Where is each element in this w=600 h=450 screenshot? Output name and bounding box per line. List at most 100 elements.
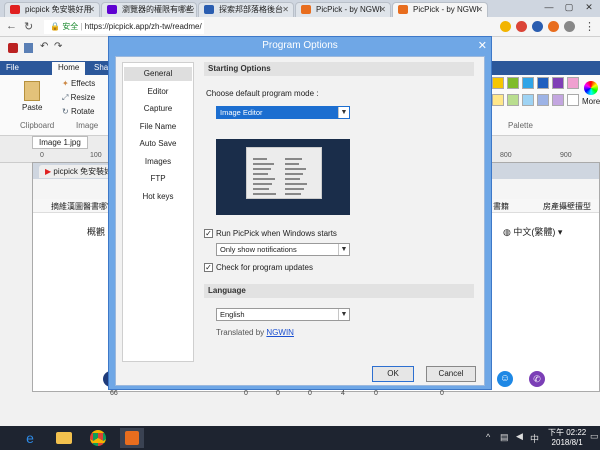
effects-label: Effects	[70, 79, 96, 88]
url-text: https://picpick.app/zh-tw/readme/	[84, 22, 202, 31]
palette-swatch[interactable]	[522, 77, 534, 89]
palette-swatch[interactable]	[492, 94, 504, 106]
url-input[interactable]: 🔒 安全 | https://picpick.app/zh-tw/readme/	[44, 20, 204, 34]
language-select[interactable]: English ▼	[216, 308, 350, 321]
file-explorer-icon[interactable]	[52, 428, 76, 448]
tray-chevron-icon[interactable]: ^	[486, 432, 490, 442]
cancel-button[interactable]: Cancel	[426, 366, 476, 382]
check-updates-checkbox[interactable]: ✓	[204, 263, 213, 272]
browser-tab[interactable]: PicPick - by NGWI ✕	[295, 2, 391, 17]
chrome-icon[interactable]	[86, 428, 110, 448]
preview-line	[253, 183, 272, 185]
menu-icon[interactable]: ⋮	[584, 20, 595, 33]
palette-swatch[interactable]	[522, 94, 534, 106]
close-window-button[interactable]: ✕	[580, 0, 598, 15]
redo-icon[interactable]: ↷	[54, 41, 62, 52]
extension-icon[interactable]	[500, 21, 511, 32]
palette-swatch[interactable]	[552, 77, 564, 89]
lock-icon: 🔒	[50, 22, 60, 31]
notifications-select[interactable]: Only show notifications ▼	[216, 243, 350, 256]
resize-button[interactable]: ⤢ Resize	[62, 93, 95, 103]
palette-swatch[interactable]	[567, 77, 579, 89]
dialog-title: Program Options	[262, 40, 338, 51]
extension-icon[interactable]	[532, 21, 543, 32]
sidebar-item-editor[interactable]: Editor	[124, 85, 192, 99]
preview-line	[285, 178, 300, 180]
ime-indicator[interactable]: 中	[530, 432, 539, 445]
clock-date: 2018/8/1	[551, 438, 583, 447]
save-icon[interactable]	[24, 43, 33, 53]
language-header: Language	[204, 284, 474, 298]
browser-tab[interactable]: picpick 免安裝好用 ✕	[4, 2, 100, 17]
effects-icon: ✦	[62, 79, 69, 88]
picpick-taskbar-icon[interactable]	[120, 428, 144, 448]
program-mode-value: Image Editor	[220, 108, 263, 117]
preview-line	[285, 193, 301, 195]
internet-explorer-icon[interactable]: e	[18, 428, 42, 448]
translator-link[interactable]: NGWIN	[266, 328, 294, 337]
minimize-button[interactable]: —	[540, 0, 558, 15]
sidebar-item-capture[interactable]: Capture	[124, 102, 192, 116]
palette-swatch[interactable]	[507, 77, 519, 89]
rotate-button[interactable]: ↻ Rotate	[62, 107, 95, 116]
palette-swatch[interactable]	[507, 94, 519, 106]
browser-tab[interactable]: 瀏覽器的權限有哪些 ✕	[101, 2, 197, 17]
account-avatar[interactable]	[564, 21, 575, 32]
close-tab-icon[interactable]: ✕	[379, 3, 386, 16]
youtube-icon: ▶	[45, 167, 52, 176]
back-arrow-icon[interactable]: ←	[6, 20, 17, 32]
paste-button[interactable]: Paste	[22, 81, 42, 112]
picpick-icon	[398, 5, 408, 14]
blogger-icon	[204, 5, 214, 14]
ok-button[interactable]: OK	[372, 366, 414, 382]
notifications-icon[interactable]: ▭	[590, 431, 599, 442]
tab-title: 瀏覽器的權限有哪些	[122, 5, 194, 14]
number-cell: 0	[374, 390, 378, 397]
tab-home[interactable]: Home	[52, 62, 86, 75]
program-mode-select[interactable]: Image Editor ▼	[216, 106, 350, 119]
browser-tab[interactable]: 探索邦部落格後台 ✕	[198, 2, 294, 17]
reload-icon[interactable]: ↻	[24, 20, 33, 33]
palette-swatch[interactable]	[492, 77, 504, 89]
check-updates-label: Check for program updates	[216, 263, 313, 272]
sidebar-item-general[interactable]: General	[124, 67, 192, 81]
extension-icon[interactable]	[548, 21, 559, 32]
close-tab-icon[interactable]: ✕	[185, 3, 192, 16]
sidebar-item-ftp[interactable]: FTP	[124, 172, 192, 186]
palette-swatch[interactable]	[537, 94, 549, 106]
undo-icon[interactable]: ↶	[40, 41, 48, 52]
rotate-label: Rotate	[70, 107, 95, 116]
network-icon[interactable]: ▤	[500, 432, 509, 443]
palette-swatch[interactable]	[537, 77, 549, 89]
effects-button[interactable]: ✦ Effects	[62, 79, 95, 88]
sidebar-item-images[interactable]: Images	[124, 155, 192, 169]
sidebar-item-file-name[interactable]: File Name	[124, 120, 192, 134]
close-tab-icon[interactable]: ✕	[88, 3, 95, 16]
sidebar-item-auto-save[interactable]: Auto Save	[124, 137, 192, 151]
close-tab-icon[interactable]: ✕	[476, 3, 483, 16]
preview-line	[253, 193, 276, 195]
sidebar-item-hot-keys[interactable]: Hot keys	[124, 190, 192, 204]
dialog-body: General Editor Capture File Name Auto Save Im…	[115, 56, 485, 386]
preview-line	[285, 183, 307, 185]
inner-nav-label: 概觀	[87, 227, 106, 237]
clock[interactable]: 下午 02:22 2018/8/1	[548, 428, 586, 448]
more-colors-button[interactable]: More	[582, 81, 600, 106]
tab-file[interactable]: File	[0, 62, 25, 75]
close-icon[interactable]: ✕	[478, 39, 487, 52]
chevron-down-icon: ▼	[338, 309, 349, 320]
document-tab[interactable]: Image 1.jpg	[32, 136, 88, 149]
palette-swatch[interactable]	[552, 94, 564, 106]
color-wheel-icon	[584, 81, 599, 95]
palette-swatch[interactable]	[567, 94, 579, 106]
extension-icon[interactable]	[516, 21, 527, 32]
run-windows-checkbox[interactable]: ✓	[204, 229, 213, 238]
preview-line	[253, 178, 275, 180]
close-tab-icon[interactable]: ✕	[282, 3, 289, 16]
clock-time: 下午 02:22	[548, 428, 587, 437]
volume-icon[interactable]: ◀	[516, 431, 523, 442]
language-value: English	[220, 310, 245, 319]
maximize-button[interactable]: ▢	[560, 0, 578, 15]
browser-tab[interactable]: PicPick - by NGWI ✕	[392, 2, 488, 17]
translated-by-text: Translated by	[216, 328, 265, 337]
